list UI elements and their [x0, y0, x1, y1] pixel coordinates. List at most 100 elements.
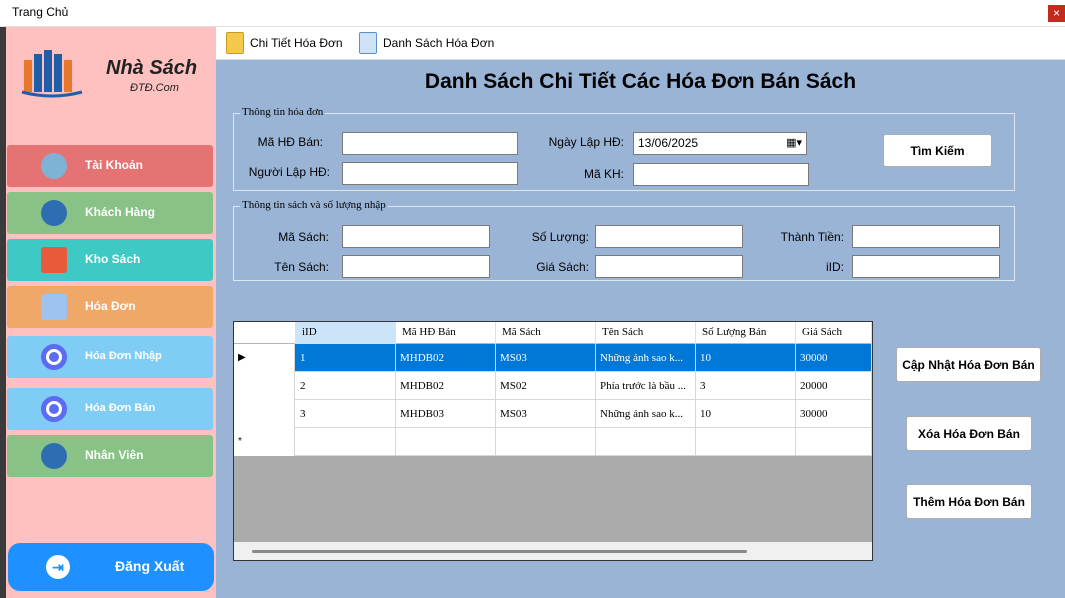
- ma-sach-input[interactable]: [342, 225, 490, 248]
- table-cell[interactable]: MHDB02: [396, 372, 496, 400]
- sidebar-item-label: Hóa Đơn: [85, 299, 136, 313]
- invoice-detail-grid[interactable]: iID Mã HĐ Bán Mã Sách Tên Sách Số Lượng …: [233, 321, 873, 561]
- table-cell[interactable]: MS03: [496, 400, 596, 428]
- sidebar-item-nhan-vien[interactable]: Nhân Viên: [7, 435, 213, 477]
- group-title: Thông tin hóa đơn: [240, 106, 326, 118]
- sidebar-item-hoa-don-ban[interactable]: Hóa Đơn Bán: [7, 388, 213, 430]
- sidebar-item-label: Nhân Viên: [85, 448, 144, 462]
- column-header[interactable]: Tên Sách: [596, 322, 696, 344]
- iid-input[interactable]: [852, 255, 1000, 278]
- book-stack-icon: [41, 247, 67, 273]
- ma-kh-label: Mã KH:: [583, 167, 624, 181]
- table-row[interactable]: 2 MHDB02 MS02 Phía trước là bầu ... 3 20…: [234, 372, 872, 400]
- logout-button[interactable]: ⇥ Đăng Xuất: [8, 543, 214, 591]
- table-cell[interactable]: 10: [696, 344, 796, 372]
- customer-icon: [41, 200, 67, 226]
- table-row[interactable]: ▶ 1 MHDB02 MS03 Những ảnh sao k... 10 30…: [234, 344, 872, 372]
- table-cell[interactable]: 20000: [796, 372, 872, 400]
- column-header[interactable]: Giá Sách: [796, 322, 872, 344]
- toolbar: Chi Tiết Hóa Đơn Danh Sách Hóa Đơn: [216, 27, 1065, 60]
- table-cell[interactable]: [596, 428, 696, 456]
- table-cell[interactable]: Những ảnh sao k...: [596, 344, 696, 372]
- horizontal-scrollbar[interactable]: [234, 542, 872, 560]
- tab-danh-sach-hoa-don[interactable]: Danh Sách Hóa Đơn: [359, 31, 494, 55]
- column-header[interactable]: Mã HĐ Bán: [396, 322, 496, 344]
- table-cell[interactable]: 3: [296, 400, 396, 428]
- table-cell[interactable]: Những ảnh sao k...: [596, 400, 696, 428]
- close-button[interactable]: ×: [1048, 5, 1065, 22]
- search-button[interactable]: Tìm Kiếm: [883, 134, 992, 167]
- add-invoice-button[interactable]: Thêm Hóa Đơn Bán: [906, 484, 1032, 519]
- sidebar-item-label: Tài Khoản: [85, 158, 144, 172]
- delete-invoice-button[interactable]: Xóa Hóa Đơn Bán: [906, 416, 1032, 451]
- date-value: 13/06/2025: [638, 136, 699, 150]
- table-cell[interactable]: MS03: [496, 344, 596, 372]
- table-cell[interactable]: [396, 428, 496, 456]
- table-cell[interactable]: 10: [696, 400, 796, 428]
- brand-name: Nhà Sách: [106, 57, 198, 79]
- row-header-corner: [234, 322, 296, 344]
- column-header[interactable]: Mã Sách: [496, 322, 596, 344]
- new-row[interactable]: *: [234, 428, 872, 456]
- sidebar-item-tai-khoan[interactable]: Tài Khoản: [7, 145, 213, 187]
- tab-chi-tiet-hoa-don[interactable]: Chi Tiết Hóa Đơn: [226, 31, 343, 55]
- column-header[interactable]: Số Lượng Bán: [696, 322, 796, 344]
- radio-icon: [41, 344, 67, 370]
- table-cell[interactable]: [796, 428, 872, 456]
- invoice-icon: [41, 294, 67, 320]
- logout-icon: ⇥: [46, 555, 70, 579]
- table-row[interactable]: 3 MHDB03 MS03 Những ảnh sao k... 10 3000…: [234, 400, 872, 428]
- page-title: Danh Sách Chi Tiết Các Hóa Đơn Bán Sách: [424, 70, 857, 93]
- gia-sach-input[interactable]: [595, 255, 743, 278]
- sidebar-item-label: Hóa Đơn Bán: [85, 402, 156, 414]
- group-title: Thông tin sách và số lượng nhập: [240, 199, 388, 211]
- ngay-lap-label: Ngày Lập HĐ:: [548, 135, 624, 149]
- table-cell[interactable]: 30000: [796, 344, 872, 372]
- scrollbar-thumb[interactable]: [252, 550, 747, 553]
- ten-sach-input[interactable]: [342, 255, 490, 278]
- nguoi-lap-label: Người Lập HĐ:: [248, 165, 330, 179]
- sidebar-item-hoa-don-nhap[interactable]: Hóa Đơn Nhập: [7, 336, 213, 378]
- gia-sach-label: Giá Sách:: [536, 260, 589, 274]
- ma-kh-input[interactable]: [633, 163, 809, 186]
- update-invoice-button[interactable]: Cập Nhật Hóa Đơn Bán: [896, 347, 1041, 382]
- sidebar-item-khach-hang[interactable]: Khách Hàng: [7, 192, 213, 234]
- ngay-lap-datepicker[interactable]: 13/06/2025 ▦▾: [633, 132, 807, 155]
- calendar-icon[interactable]: ▦▾: [786, 136, 802, 149]
- table-cell[interactable]: [296, 428, 396, 456]
- row-selector[interactable]: [234, 400, 295, 428]
- row-selector[interactable]: [234, 372, 295, 400]
- table-cell[interactable]: Phía trước là bầu ...: [596, 372, 696, 400]
- tab-label: Danh Sách Hóa Đơn: [383, 36, 495, 50]
- main-panel: Danh Sách Chi Tiết Các Hóa Đơn Bán Sách …: [216, 60, 1065, 598]
- table-cell[interactable]: MS02: [496, 372, 596, 400]
- iid-label: iID:: [826, 260, 844, 274]
- sidebar-item-label: Khách Hàng: [85, 205, 156, 219]
- table-cell[interactable]: 30000: [796, 400, 872, 428]
- thanh-tien-input[interactable]: [852, 225, 1000, 248]
- table-cell[interactable]: [696, 428, 796, 456]
- so-luong-input[interactable]: [595, 225, 743, 248]
- row-selector[interactable]: ▶: [234, 344, 295, 372]
- sidebar-item-label: Kho Sách: [85, 252, 141, 266]
- ma-hd-input[interactable]: [342, 132, 518, 155]
- table-cell[interactable]: 2: [296, 372, 396, 400]
- tab-label: Chi Tiết Hóa Đơn: [250, 36, 343, 50]
- table-cell[interactable]: MHDB02: [396, 344, 496, 372]
- grid-header: iID Mã HĐ Bán Mã Sách Tên Sách Số Lượng …: [234, 322, 872, 344]
- thanh-tien-label: Thành Tiền:: [780, 230, 844, 244]
- sidebar-item-kho-sach[interactable]: Kho Sách: [7, 239, 213, 281]
- table-cell[interactable]: MHDB03: [396, 400, 496, 428]
- user-helmet-icon: [41, 153, 67, 179]
- ten-sach-label: Tên Sách:: [274, 260, 329, 274]
- nguoi-lap-input[interactable]: [342, 162, 518, 185]
- radio-icon: [41, 396, 67, 422]
- table-cell[interactable]: [496, 428, 596, 456]
- clipboard-icon: [226, 32, 244, 54]
- sidebar-item-hoa-don[interactable]: Hóa Đơn: [7, 286, 213, 328]
- new-row-marker[interactable]: *: [234, 428, 295, 456]
- window-title: Trang Chủ: [12, 5, 69, 19]
- table-cell[interactable]: 1: [296, 344, 396, 372]
- table-cell[interactable]: 3: [696, 372, 796, 400]
- column-header[interactable]: iID: [296, 322, 396, 344]
